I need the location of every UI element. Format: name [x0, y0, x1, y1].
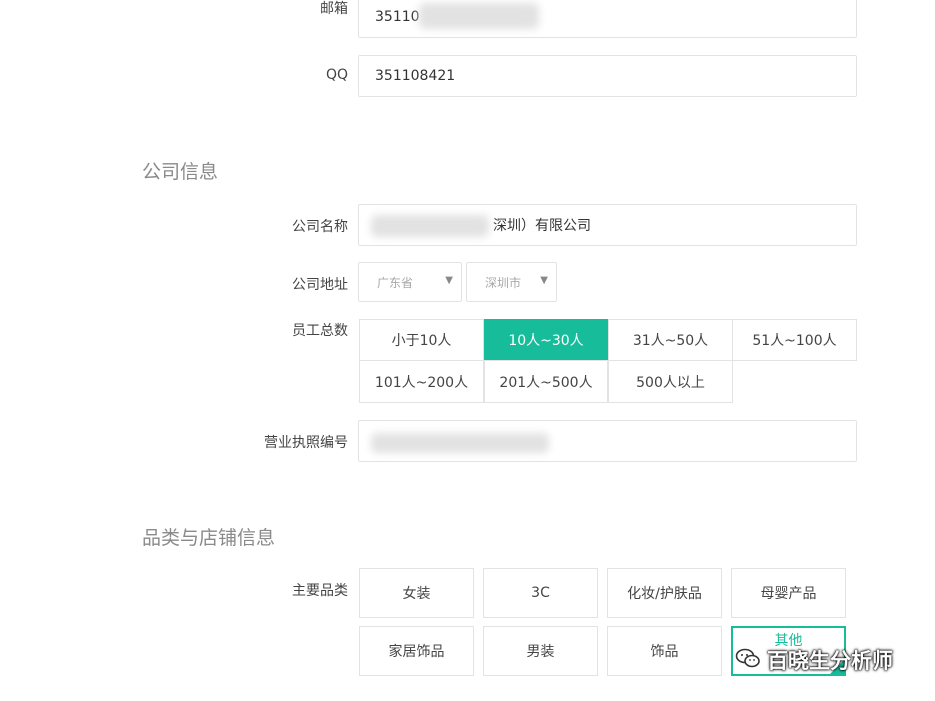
chevron-down-icon: ▼: [445, 275, 453, 286]
company-name-value: 深圳）有限公司: [493, 218, 591, 234]
staff-option[interactable]: 31人~50人: [608, 319, 733, 361]
chevron-down-icon: ▼: [540, 275, 548, 286]
city-value: 深圳市: [485, 275, 522, 290]
email-value: 35110: [375, 9, 420, 25]
category-option[interactable]: 化妆/护肤品: [607, 568, 722, 618]
company-address-label: 公司地址: [292, 277, 348, 293]
business-license-label: 营业执照编号: [264, 435, 348, 451]
staff-option-selected[interactable]: 10人~30人: [484, 319, 608, 361]
province-value: 广东省: [377, 275, 414, 290]
watermark: 百晓生分析师: [735, 645, 893, 675]
category-option[interactable]: 3C: [483, 568, 598, 618]
company-name-label: 公司名称: [292, 219, 348, 235]
category-section-title: 品类与店铺信息: [142, 527, 276, 549]
category-option[interactable]: 饰品: [607, 626, 722, 676]
staff-option[interactable]: 51人~100人: [732, 319, 857, 361]
qq-label: QQ: [325, 67, 348, 83]
province-select[interactable]: 广东省 ▼: [358, 262, 462, 302]
main-category-label: 主要品类: [292, 583, 348, 599]
category-option[interactable]: 男装: [483, 626, 598, 676]
company-section-title: 公司信息: [142, 161, 219, 183]
staff-option[interactable]: 101人~200人: [359, 360, 484, 403]
category-option[interactable]: 家居饰品: [359, 626, 474, 676]
staff-option[interactable]: 小于10人: [359, 319, 484, 361]
watermark-text: 百晓生分析师: [767, 649, 893, 673]
qq-value: 351108421: [375, 68, 456, 84]
qq-field[interactable]: 351108421: [358, 55, 857, 97]
staff-count-label: 员工总数: [292, 323, 348, 339]
company-name-redaction: [371, 215, 489, 237]
city-select[interactable]: 深圳市 ▼: [466, 262, 557, 302]
staff-option[interactable]: 500人以上: [608, 360, 733, 403]
category-option[interactable]: 女装: [359, 568, 474, 618]
staff-option[interactable]: 201人~500人: [484, 360, 608, 403]
email-redaction: [419, 3, 539, 29]
company-name-field[interactable]: 深圳）有限公司: [358, 204, 857, 246]
email-label: 邮箱: [320, 1, 348, 17]
email-field[interactable]: 35110: [358, 0, 857, 38]
license-redaction: [371, 433, 549, 453]
wechat-icon: [735, 647, 761, 673]
business-license-field[interactable]: [358, 420, 857, 462]
category-option[interactable]: 母婴产品: [731, 568, 846, 618]
